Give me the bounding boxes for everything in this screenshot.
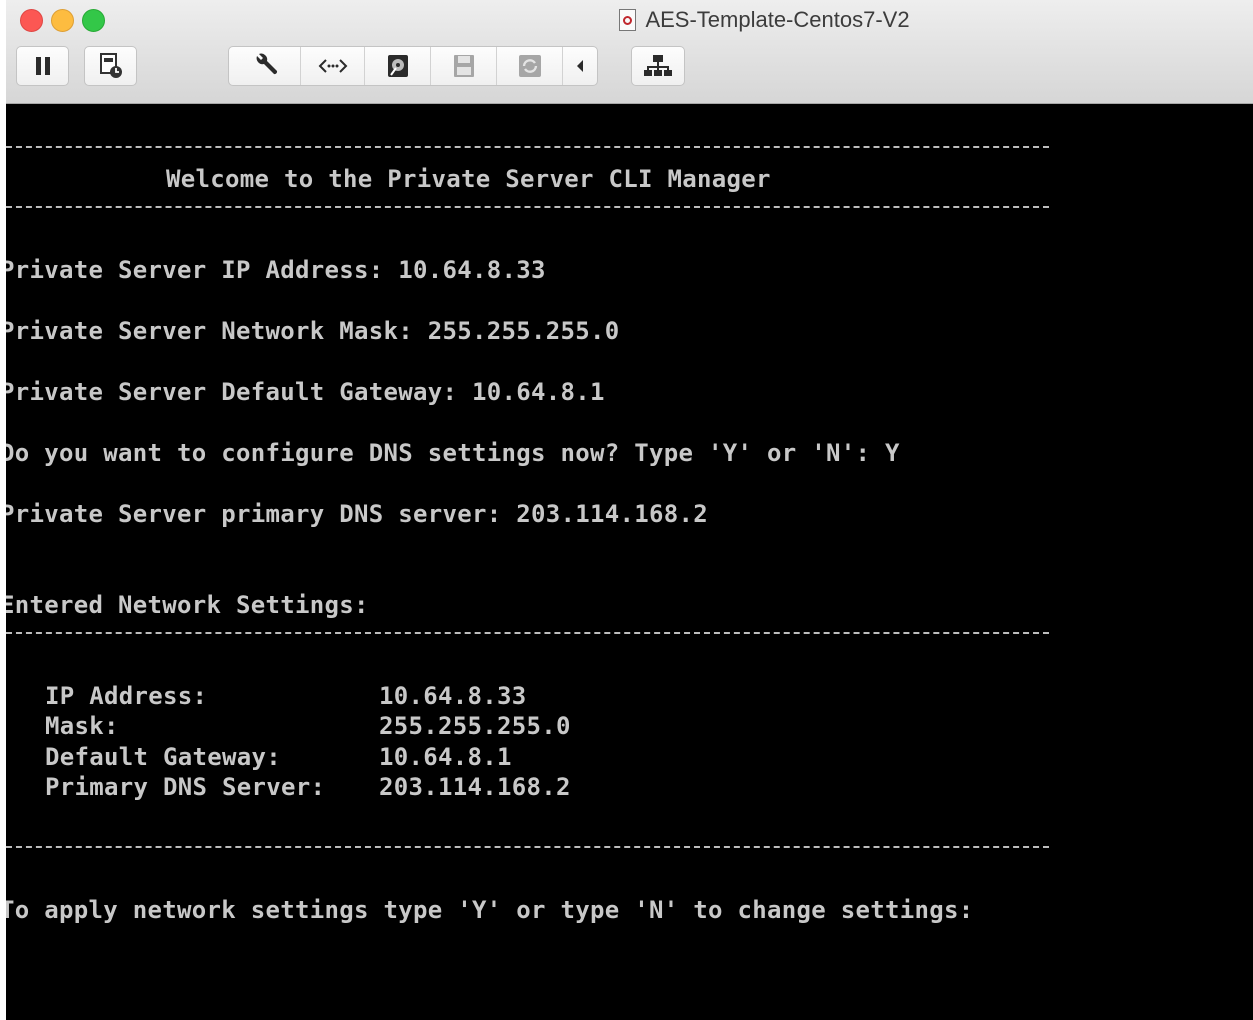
document-icon xyxy=(619,9,637,31)
snapshot-button[interactable] xyxy=(84,46,137,86)
summary-value-dns: 203.114.168.2 xyxy=(379,773,571,801)
summary-label-gateway: Default Gateway: xyxy=(45,743,281,771)
summary-value-mask: 255.255.255.0 xyxy=(379,712,571,740)
network-mask-line: Private Server Network Mask: 255.255.255… xyxy=(6,317,620,345)
collapse-button[interactable] xyxy=(563,47,597,85)
ip-address-line: Private Server IP Address: 10.64.8.33 xyxy=(6,256,546,284)
code-brackets-icon xyxy=(318,57,348,75)
summary-value-gateway: 10.64.8.1 xyxy=(379,743,512,771)
refresh-button[interactable] xyxy=(497,47,563,85)
snapshot-icon xyxy=(98,52,124,80)
vm-window: AES-Template-Centos7-V2 Welcome to the P… xyxy=(6,0,1253,1020)
window-title-area: AES-Template-Centos7-V2 xyxy=(6,5,1253,35)
refresh-icon xyxy=(517,53,543,79)
default-gateway-line: Private Server Default Gateway: 10.64.8.… xyxy=(6,378,605,406)
divider-line xyxy=(6,632,1049,634)
drive-button[interactable] xyxy=(365,47,431,85)
code-button[interactable] xyxy=(301,47,365,85)
window-title: AES-Template-Centos7-V2 xyxy=(645,7,910,32)
settings-button[interactable] xyxy=(229,47,301,85)
save-button[interactable] xyxy=(431,47,497,85)
toolbar-group xyxy=(228,46,598,86)
pause-icon xyxy=(34,56,52,76)
dns-prompt-line: Do you want to configure DNS settings no… xyxy=(6,439,900,467)
summary-label-mask: Mask: xyxy=(45,712,119,740)
network-button[interactable] xyxy=(631,46,685,86)
divider-line xyxy=(6,146,1049,148)
summary-label-dns: Primary DNS Server: xyxy=(45,773,326,801)
divider-line xyxy=(6,206,1049,208)
chevron-left-icon xyxy=(575,58,585,74)
drive-icon xyxy=(386,53,410,79)
primary-dns-line: Private Server primary DNS server: 203.1… xyxy=(6,500,708,528)
title-bar: AES-Template-Centos7-V2 xyxy=(6,0,1253,104)
terminal-header: Welcome to the Private Server CLI Manage… xyxy=(166,165,771,193)
pause-button[interactable] xyxy=(16,46,69,86)
terminal-console[interactable]: Welcome to the Private Server CLI Manage… xyxy=(6,104,1253,1020)
divider-line xyxy=(6,846,1049,848)
summary-value-ip: 10.64.8.33 xyxy=(379,682,527,710)
wrench-icon xyxy=(251,52,279,80)
network-icon xyxy=(644,53,672,79)
summary-label-ip: IP Address: xyxy=(45,682,208,710)
apply-prompt-line: To apply network settings type 'Y' or ty… xyxy=(6,896,974,924)
entered-settings-heading: Entered Network Settings: xyxy=(6,591,369,619)
floppy-icon xyxy=(452,53,476,79)
